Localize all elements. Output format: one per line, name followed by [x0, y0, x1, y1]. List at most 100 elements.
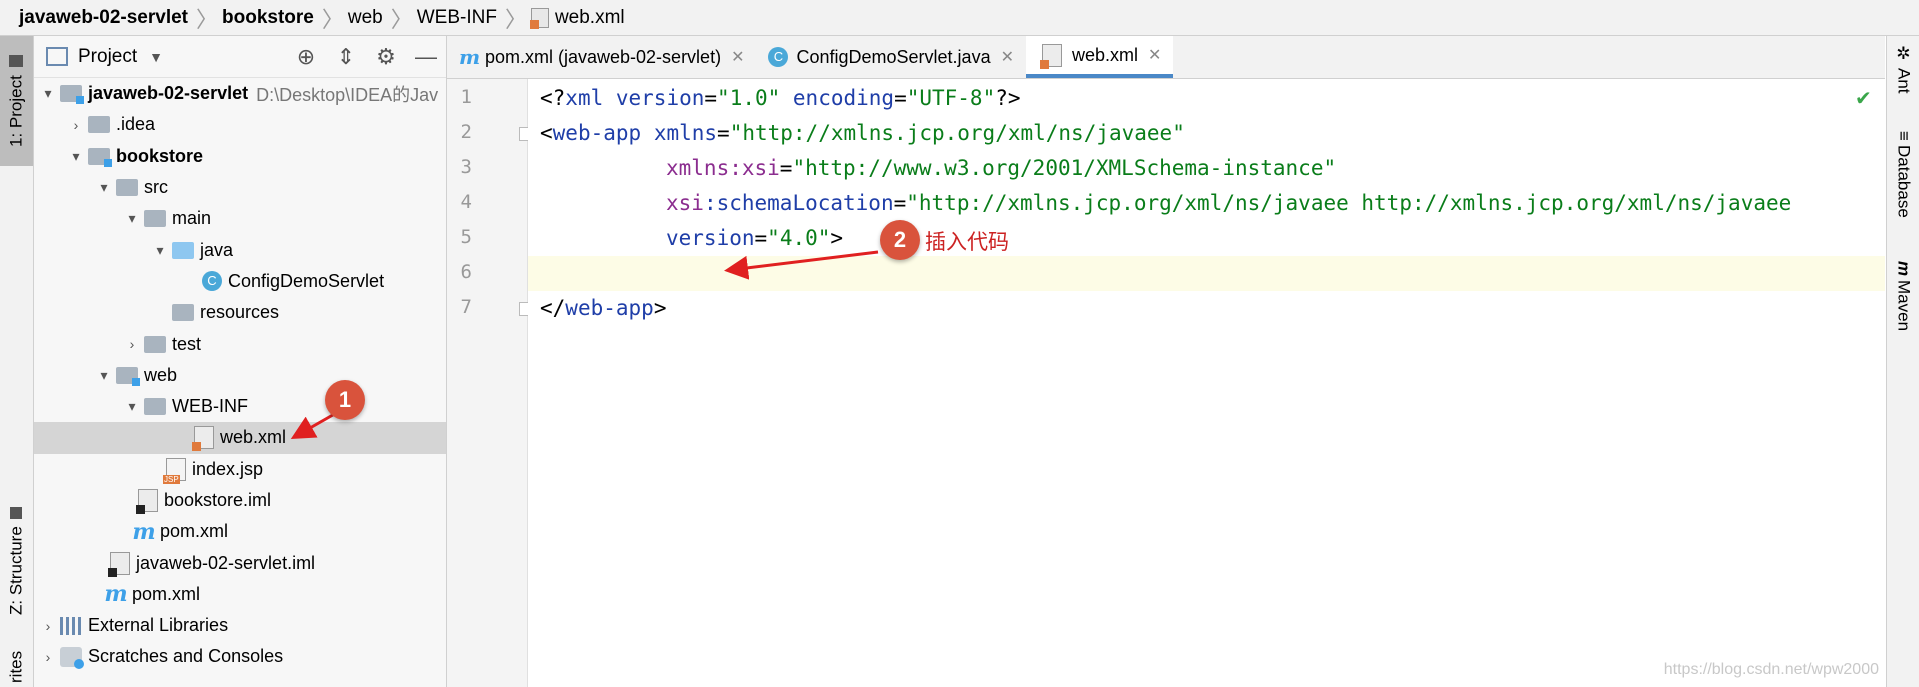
- code-line-7: </web-app>: [540, 296, 667, 320]
- tree-node-java[interactable]: ▾ java: [34, 234, 446, 265]
- tab-label: pom.xml (javaweb-02-servlet): [485, 46, 722, 67]
- chevron-right-icon[interactable]: ›: [124, 336, 140, 352]
- line-number: 1: [460, 86, 472, 108]
- tree-node-label: java: [200, 239, 234, 260]
- xml-file-icon: [529, 7, 549, 29]
- tree-node-main[interactable]: ▾ main: [34, 203, 446, 234]
- chevron-down-icon[interactable]: ▾: [68, 148, 84, 165]
- tree-node-test[interactable]: › test: [34, 328, 446, 359]
- tree-node-scratches[interactable]: › Scratches and Consoles: [34, 641, 446, 672]
- folder-icon: [144, 398, 166, 416]
- chevron-down-icon[interactable]: ▾: [96, 179, 112, 196]
- folder-icon: [88, 116, 110, 134]
- tree-node-label: bookstore.iml: [164, 490, 272, 510]
- tree-node-bookstore[interactable]: ▾ bookstore: [34, 141, 446, 172]
- code-line-4: xsi:schemaLocation="http://xmlns.jcp.org…: [666, 191, 1792, 215]
- iml-file-icon: [108, 551, 130, 577]
- ant-icon: ✲: [1894, 44, 1914, 64]
- tree-node-configdemoservlet[interactable]: C ConfigDemoServlet: [34, 266, 446, 297]
- chevron-right-icon: 〉: [196, 6, 219, 32]
- tree-node-root-pom[interactable]: m pom.xml: [34, 579, 446, 610]
- chevron-down-icon[interactable]: ▾: [40, 85, 56, 102]
- resources-folder-icon: [172, 304, 194, 322]
- module-folder-icon: [88, 147, 112, 167]
- chevron-down-icon[interactable]: ▾: [124, 210, 140, 227]
- breadcrumb-item-project[interactable]: javaweb-02-servlet: [0, 0, 196, 35]
- annotation-badge-1: 1: [325, 380, 365, 420]
- tree-node-resources[interactable]: resources: [34, 297, 446, 328]
- line-number: 4: [460, 191, 472, 213]
- tab-configdemoservlet[interactable]: C ConfigDemoServlet.java ✕: [756, 36, 1026, 78]
- watermark: https://blog.csdn.net/wpw2000: [1663, 661, 1879, 678]
- java-class-icon: C: [768, 47, 789, 67]
- tab-project-tool[interactable]: 1: Project: [0, 36, 33, 166]
- editor-tabs: m pom.xml (javaweb-02-servlet) ✕ C Confi…: [447, 36, 1885, 79]
- code-line-5: version="4.0">: [666, 226, 844, 250]
- minimize-icon[interactable]: —: [406, 44, 446, 70]
- breadcrumb-item-web[interactable]: web: [330, 0, 391, 35]
- chevron-right-icon[interactable]: ›: [40, 618, 56, 634]
- folder-icon: [116, 179, 138, 197]
- tab-web-xml[interactable]: web.xml ✕: [1025, 36, 1174, 78]
- tab-maven[interactable]: m Maven: [1887, 261, 1919, 371]
- java-class-icon: C: [202, 271, 222, 292]
- tab-pom-xml[interactable]: m pom.xml (javaweb-02-servlet) ✕: [447, 36, 756, 78]
- annotation-insert-text: 插入代码: [925, 230, 1009, 254]
- close-icon[interactable]: ✕: [1001, 47, 1014, 67]
- chevron-right-icon[interactable]: ›: [40, 649, 56, 665]
- tree-node-bookstore-pom[interactable]: m pom.xml: [34, 516, 446, 547]
- tree-node-label: pom.xml: [160, 521, 229, 542]
- breadcrumb-item-web-xml[interactable]: web.xml: [513, 0, 633, 35]
- collapse-all-icon[interactable]: ⇕: [326, 44, 366, 70]
- code-editor[interactable]: <?xml version="1.0" encoding="UTF-8"?> <…: [528, 79, 1885, 687]
- tab-database[interactable]: ≡ Database: [1887, 131, 1919, 271]
- tree-node-label: javaweb-02-servlet: [88, 83, 249, 104]
- tree-node-label: main: [172, 208, 212, 229]
- tab-ant[interactable]: ✲ Ant: [1887, 44, 1919, 124]
- tree-node-external-libraries[interactable]: › External Libraries: [34, 610, 446, 641]
- folder-icon: [9, 55, 24, 68]
- chevron-right-icon: 〉: [390, 6, 413, 32]
- maven-icon: m: [132, 518, 156, 545]
- tree-node-label: ConfigDemoServlet: [228, 270, 385, 291]
- tree-node-web[interactable]: ▾ web: [34, 360, 446, 391]
- scratches-icon: [60, 646, 84, 669]
- tree-node-index-jsp[interactable]: index.jsp: [34, 454, 446, 485]
- project-view-title[interactable]: Project: [78, 46, 137, 68]
- structure-tool-label: Z: Structure: [6, 526, 26, 616]
- project-view-icon: [46, 47, 68, 66]
- chevron-down-icon[interactable]: ▾: [152, 242, 168, 259]
- tree-node-web-inf[interactable]: ▾ WEB-INF: [34, 391, 446, 422]
- database-label: Database: [1894, 144, 1914, 218]
- favorites-tool-label: rites: [6, 650, 26, 683]
- gear-icon[interactable]: ⚙: [366, 44, 406, 70]
- breadcrumb-item-web-inf[interactable]: WEB-INF: [399, 0, 505, 35]
- breadcrumb-item-bookstore[interactable]: bookstore: [204, 0, 322, 35]
- iml-file-icon: [136, 489, 158, 514]
- library-icon: [60, 616, 82, 635]
- tree-node-bookstore-iml[interactable]: bookstore.iml: [34, 485, 446, 516]
- tree-node-idea[interactable]: › .idea: [34, 109, 446, 140]
- chevron-down-icon[interactable]: ▼: [149, 49, 163, 65]
- left-tool-strip: 1: Project Z: Structure rites: [0, 36, 34, 687]
- chevron-right-icon: 〉: [321, 6, 344, 32]
- no-problems-check-icon[interactable]: ✔: [1855, 86, 1872, 111]
- locate-icon[interactable]: ⊕: [286, 44, 326, 70]
- chevron-down-icon[interactable]: ▾: [96, 367, 112, 384]
- tree-node-web-xml[interactable]: web.xml: [34, 422, 446, 454]
- tree-node-project-root[interactable]: ▾ javaweb-02-servlet D:\Desktop\IDEA的Jav: [34, 78, 446, 109]
- tab-favorites-tool[interactable]: rites: [0, 646, 33, 687]
- tree-node-label: test: [172, 333, 202, 354]
- tab-structure-tool[interactable]: Z: Structure: [0, 491, 33, 631]
- tree-node-src[interactable]: ▾ src: [34, 172, 446, 203]
- tree-node-label: WEB-INF: [172, 396, 248, 417]
- chevron-down-icon[interactable]: ▾: [124, 398, 140, 415]
- close-icon[interactable]: ✕: [1148, 45, 1161, 65]
- close-icon[interactable]: ✕: [731, 47, 744, 67]
- module-folder-icon: [60, 85, 84, 105]
- tree-node-label: Scratches and Consoles: [88, 646, 284, 667]
- tree-node-label: External Libraries: [88, 615, 229, 636]
- tree-node-root-iml[interactable]: javaweb-02-servlet.iml: [34, 547, 446, 578]
- line-number: 5: [460, 226, 472, 248]
- chevron-right-icon[interactable]: ›: [68, 117, 84, 133]
